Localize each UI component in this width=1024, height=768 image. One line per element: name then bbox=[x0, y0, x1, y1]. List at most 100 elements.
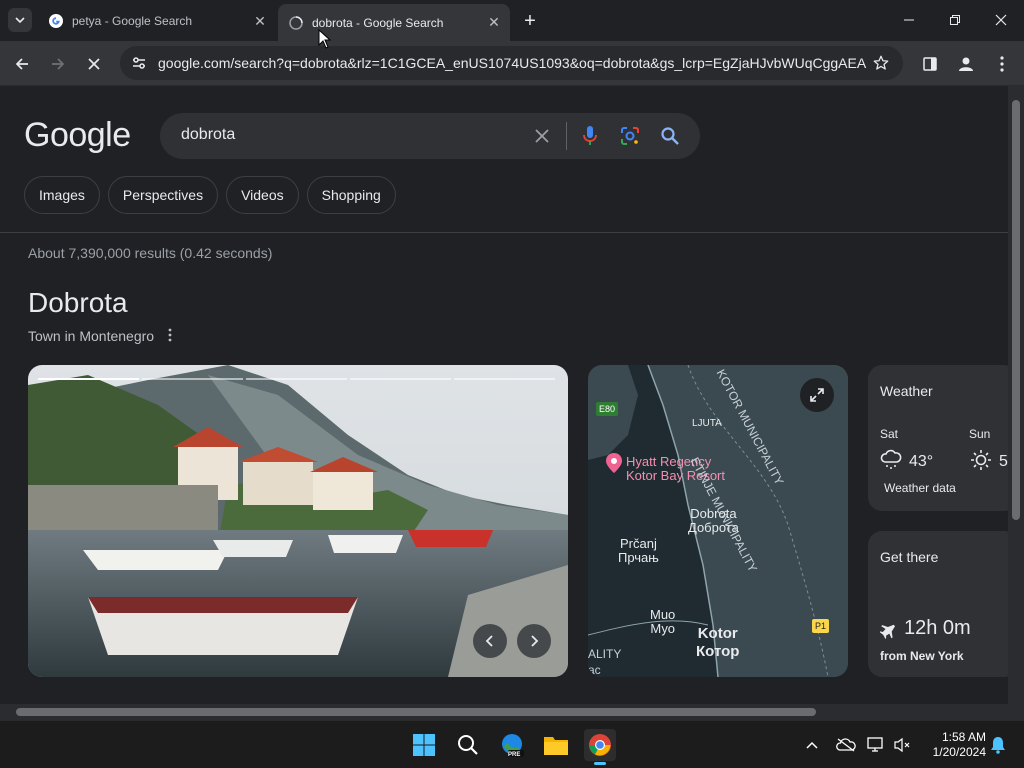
loading-spinner-icon bbox=[289, 15, 303, 30]
menu-button[interactable] bbox=[988, 50, 1016, 78]
carousel-progress bbox=[38, 378, 555, 380]
search-filters: Images Perspectives Videos Shopping bbox=[24, 176, 396, 214]
bell-icon bbox=[991, 737, 1005, 754]
tab-dobrota[interactable]: dobrota - Google Search ✕ bbox=[278, 4, 510, 41]
minimize-icon bbox=[904, 19, 914, 21]
forward-button[interactable] bbox=[44, 50, 72, 78]
side-panel-button[interactable] bbox=[916, 50, 944, 78]
active-app-indicator bbox=[594, 762, 606, 765]
filter-perspectives[interactable]: Perspectives bbox=[107, 176, 219, 214]
windows-logo-icon bbox=[413, 734, 435, 756]
folder-icon bbox=[544, 737, 568, 755]
header-divider bbox=[0, 232, 1008, 233]
search-button[interactable] bbox=[658, 124, 682, 148]
chevron-up-icon bbox=[806, 741, 818, 749]
new-tab-button[interactable]: + bbox=[518, 9, 542, 33]
google-favicon-icon bbox=[49, 14, 63, 28]
close-tab-icon[interactable]: ✕ bbox=[252, 13, 268, 29]
restore-button[interactable] bbox=[932, 0, 978, 40]
tab-title: petya - Google Search bbox=[72, 14, 193, 28]
more-options-button[interactable] bbox=[162, 326, 178, 344]
side-panel-icon bbox=[923, 57, 937, 71]
close-window-button[interactable] bbox=[978, 0, 1024, 40]
map-label-e80: E80 bbox=[596, 402, 619, 416]
close-icon bbox=[535, 129, 549, 143]
chrome-taskbar-button[interactable] bbox=[584, 729, 616, 765]
map-label-p1: P1 bbox=[812, 619, 830, 633]
horizontal-scrollbar[interactable] bbox=[0, 704, 1008, 720]
get-there-card[interactable]: Get there 12h 0m from New York bbox=[868, 531, 1008, 677]
volume-muted-icon bbox=[894, 737, 910, 753]
expand-map-button[interactable] bbox=[800, 378, 834, 412]
mouse-cursor-icon bbox=[318, 29, 332, 49]
tab-search-button[interactable] bbox=[8, 8, 32, 32]
chrome-icon bbox=[589, 734, 611, 756]
filter-videos[interactable]: Videos bbox=[226, 176, 299, 214]
search-input[interactable]: dobrota bbox=[181, 126, 235, 144]
voice-search-button[interactable] bbox=[578, 124, 602, 148]
knowledge-panel-title: Dobrota bbox=[28, 287, 128, 318]
search-box[interactable]: dobrota bbox=[160, 113, 700, 159]
snow-cloud-icon bbox=[880, 449, 902, 469]
vertical-scrollbar[interactable] bbox=[1008, 86, 1024, 704]
stop-loading-button[interactable] bbox=[80, 50, 108, 78]
site-info-icon[interactable] bbox=[130, 54, 148, 72]
weather-card[interactable]: Weather Sat 43° Sun 5 Weather data bbox=[868, 365, 1008, 511]
file-explorer-button[interactable] bbox=[540, 729, 572, 761]
close-tab-icon[interactable]: ✕ bbox=[486, 14, 502, 31]
weather-temp-sun: 5 bbox=[999, 453, 1008, 470]
sun-icon bbox=[971, 450, 991, 470]
minimize-button[interactable] bbox=[886, 0, 932, 40]
weather-temp-sat: 43° bbox=[909, 453, 934, 470]
clear-search-button[interactable] bbox=[530, 124, 554, 148]
close-icon bbox=[88, 58, 100, 70]
chevron-left-icon bbox=[485, 635, 493, 647]
carousel-next-button[interactable] bbox=[517, 624, 551, 658]
clock-time: 1:58 AM bbox=[941, 730, 986, 744]
vertical-scroll-thumb[interactable] bbox=[1012, 100, 1020, 520]
start-button[interactable] bbox=[408, 729, 440, 761]
cloud-offline-icon bbox=[836, 738, 856, 752]
knowledge-panel-subtitle: Town in Montenegro bbox=[28, 328, 155, 344]
tab-petya[interactable]: petya - Google Search ✕ bbox=[38, 6, 276, 36]
network-button[interactable] bbox=[864, 733, 888, 757]
onedrive-button[interactable] bbox=[834, 733, 858, 757]
browser-toolbar: google.com/search?q=dobrota&rlz=1C1GCEA_… bbox=[0, 41, 1024, 86]
map-label-ality: ALITY bbox=[588, 647, 622, 661]
url-text[interactable]: google.com/search?q=dobrota&rlz=1C1GCEA_… bbox=[158, 55, 867, 71]
lens-search-button[interactable] bbox=[618, 124, 642, 148]
photo-carousel[interactable] bbox=[28, 365, 568, 677]
get-there-heading: Get there bbox=[880, 549, 939, 565]
system-clock[interactable]: 1:58 AM 1/20/2024 bbox=[912, 730, 986, 760]
address-bar[interactable]: google.com/search?q=dobrota&rlz=1C1GCEA_… bbox=[120, 46, 903, 80]
bookmark-button[interactable] bbox=[867, 49, 895, 77]
taskbar-search-button[interactable] bbox=[452, 729, 484, 761]
star-icon bbox=[873, 55, 889, 70]
google-logo[interactable]: Google bbox=[24, 116, 131, 155]
back-button[interactable] bbox=[8, 50, 36, 78]
map-pin-icon[interactable] bbox=[606, 453, 622, 473]
profile-button[interactable] bbox=[952, 50, 980, 78]
map-label-ac: ac bbox=[588, 663, 601, 677]
show-hidden-icons-button[interactable] bbox=[800, 733, 824, 757]
location-map[interactable]: E80 LJUTA Hyatt Regency Kotor Bay Resort… bbox=[588, 365, 848, 677]
close-icon bbox=[995, 14, 1007, 26]
map-label-ljuta: LJUTA bbox=[692, 418, 722, 429]
map-label-muo: Muo Муо bbox=[650, 607, 676, 636]
page-content: Google dobrota Images Perspectives Video… bbox=[0, 86, 1008, 704]
filter-images[interactable]: Images bbox=[24, 176, 100, 214]
edge-beta-button[interactable]: PRE bbox=[496, 729, 528, 761]
volume-button[interactable] bbox=[890, 733, 914, 757]
windows-taskbar: PRE 1:58 AM 1/20/2024 bbox=[0, 720, 1024, 768]
chevron-right-icon bbox=[531, 635, 539, 647]
search-icon bbox=[458, 735, 478, 755]
carousel-prev-button[interactable] bbox=[473, 624, 507, 658]
arrow-left-icon bbox=[15, 58, 28, 70]
horizontal-scroll-thumb[interactable] bbox=[16, 708, 816, 716]
kebab-menu-icon bbox=[168, 328, 172, 342]
weather-heading: Weather bbox=[880, 383, 933, 399]
filter-shopping[interactable]: Shopping bbox=[306, 176, 396, 214]
search-icon bbox=[661, 127, 679, 145]
notifications-button[interactable] bbox=[986, 733, 1010, 757]
kebab-menu-icon bbox=[1000, 56, 1004, 72]
